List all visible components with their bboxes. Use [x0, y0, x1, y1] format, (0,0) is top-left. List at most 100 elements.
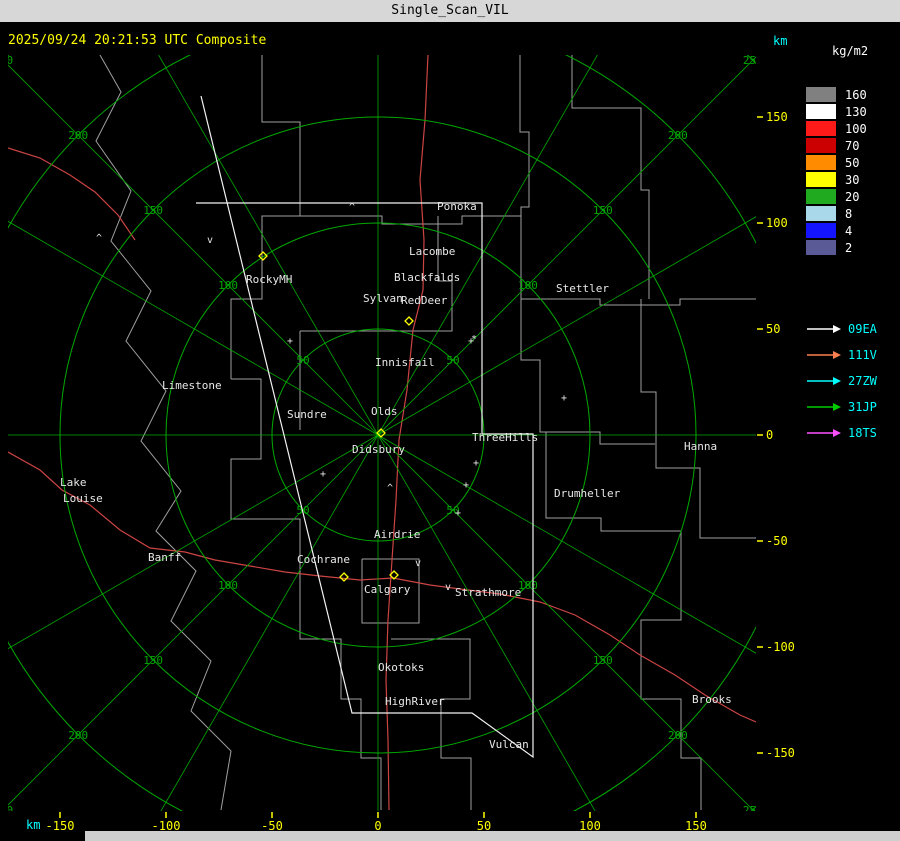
ring-distance-label: 50 [296, 354, 309, 367]
site-arrow-label: 31JP [848, 400, 877, 414]
town-label: Limestone [162, 379, 222, 392]
county-boundary-line [519, 55, 530, 299]
legend-color-swatch [806, 172, 836, 187]
town-label: Didsbury [352, 443, 405, 456]
town-label: ThreeHills [472, 431, 538, 444]
legend-color-swatch [806, 87, 836, 102]
azimuth-spoke [158, 55, 379, 436]
town-label: Lacombe [409, 245, 455, 258]
site-arrow-entry: 18TS [806, 420, 900, 446]
highway-line [8, 147, 136, 241]
county-boundary-line [571, 55, 650, 299]
legend-value-label: 50 [845, 155, 860, 170]
town-marker-plus: + [463, 480, 469, 491]
town-label: Blackfalds [394, 271, 460, 284]
radar-site-marker [404, 316, 414, 326]
azimuth-spoke [377, 55, 598, 436]
town-label: Strathmore [455, 586, 521, 599]
town-label: Louise [63, 492, 103, 505]
window-title-bar[interactable]: Single_Scan_VIL [0, 0, 900, 22]
legend-color-swatch [806, 223, 836, 238]
legend-value-label: 70 [845, 138, 860, 153]
town-marker-caret-down: v [445, 582, 451, 593]
legend-color-swatch [806, 189, 836, 204]
town-label: Airdrie [374, 528, 420, 541]
site-arrow-entry: 27ZW [806, 368, 900, 394]
town-marker-caret-down: v [207, 235, 213, 246]
legend-value-label: 20 [845, 189, 860, 204]
azimuth-spoke [8, 64, 379, 436]
axis-unit-km-right: km [773, 34, 788, 48]
town-marker-plus: + [287, 336, 293, 347]
azimuth-spoke [8, 434, 379, 806]
legend-entry: 50 [806, 154, 900, 171]
ring-distance-label: 250 [0, 804, 13, 817]
ring-distance-label: 250 [0, 54, 13, 67]
county-boundary-line [230, 378, 301, 558]
ring-distance-label: 100 [218, 279, 238, 292]
town-label: Sylvan [363, 292, 403, 305]
ring-distance-label: 200 [68, 729, 88, 742]
bottom-axis-tick-label: -150 [46, 819, 75, 833]
range-ring [8, 55, 756, 811]
town-label: Ponoka [437, 200, 477, 213]
site-arrow-icon [807, 325, 841, 333]
town-label: Hanna [684, 440, 717, 453]
legend-entry: 130 [806, 103, 900, 120]
legend-unit-title: kg/m2 [832, 44, 869, 58]
town-label: Lake [60, 476, 87, 489]
legend-color-swatch [806, 138, 836, 153]
town-marker-plus: + [320, 469, 326, 480]
site-arrow-label: 27ZW [848, 374, 877, 388]
ring-distance-label: 200 [668, 129, 688, 142]
site-arrow-icon [807, 351, 841, 359]
legend-entry: 4 [806, 222, 900, 239]
site-arrow-icon [807, 377, 841, 385]
town-label: Calgary [364, 583, 411, 596]
azimuth-spoke [377, 434, 755, 811]
radar-map-canvas[interactable]: 5010015020025050100150200250501001502002… [0, 0, 900, 841]
scan-timestamp: 2025/09/24 20:21:53 UTC Composite [8, 33, 267, 48]
legend-value-label: 2 [845, 240, 853, 255]
town-label: Stettler [556, 282, 609, 295]
azimuth-spoke [377, 434, 756, 654]
county-boundary-line [546, 431, 655, 445]
ring-distance-label: 150 [143, 204, 163, 217]
horizontal-scrollbar[interactable] [85, 831, 900, 841]
county-boundary-line [640, 299, 756, 539]
town-marker-caret-up: ^ [349, 202, 355, 213]
site-arrow-entry: 111V [806, 342, 900, 368]
town-marker-plus: + [473, 458, 479, 469]
legend-entry: 160 [806, 86, 900, 103]
town-label: RedDeer [401, 294, 448, 307]
ring-distance-label: 100 [218, 579, 238, 592]
town-label: Olds [371, 405, 398, 418]
ring-distance-label: 50 [446, 354, 459, 367]
legend-color-swatch [806, 121, 836, 136]
town-label: Innisfail [375, 356, 435, 369]
legend-entry: 30 [806, 171, 900, 188]
town-label: Vulcan [489, 738, 529, 751]
ring-distance-label: 200 [668, 729, 688, 742]
scan-sector-outline [196, 95, 534, 759]
town-marker-caret-down: v [415, 558, 421, 569]
ring-distance-label: 200 [68, 129, 88, 142]
window-title: Single_Scan_VIL [391, 3, 509, 18]
ring-distance-label: 150 [143, 654, 163, 667]
right-axis-tick-label: 0 [766, 428, 773, 442]
axis-unit-km-bottom: km [26, 818, 41, 832]
county-boundary-line [640, 531, 702, 810]
radar-site-arrow-legend: 09EA 111V 27ZW 31JP 18TS [806, 316, 900, 446]
county-boundary-line [230, 55, 301, 379]
legend-value-label: 100 [845, 121, 867, 136]
county-boundary-line [300, 215, 521, 225]
town-label: Banff [148, 551, 181, 564]
town-label: Okotoks [378, 661, 424, 674]
radar-site-marker [339, 572, 349, 582]
site-arrow-entry: 09EA [806, 316, 900, 342]
legend-color-swatch [806, 206, 836, 221]
right-axis-tick-label: 150 [766, 110, 788, 124]
legend-entry: 8 [806, 205, 900, 222]
town-marker-plus: + [561, 393, 567, 404]
azimuth-spoke [8, 434, 379, 650]
